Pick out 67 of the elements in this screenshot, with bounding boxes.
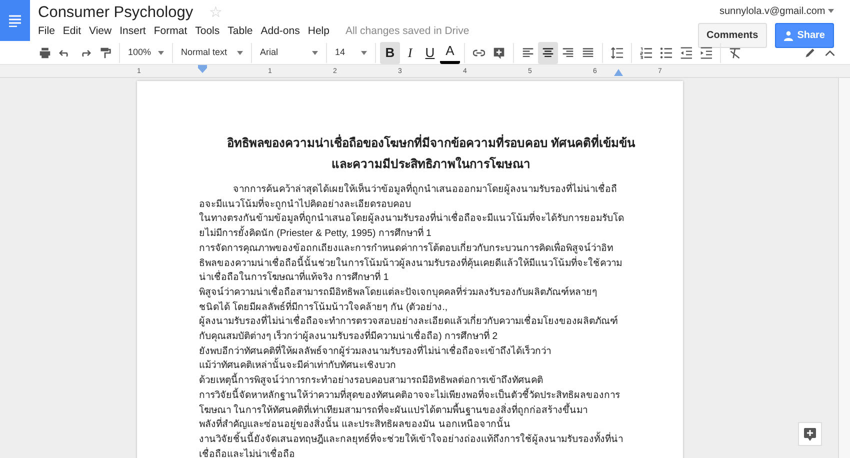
document-page[interactable] bbox=[137, 81, 683, 458]
body-text-line: จากการค้นคว้าล่าสุดได้เผยให้เห็นว่าข้อมูลที่ถูกนำเสนอออกมาโดยผู้ลงนามรับรองที่ไม่น่าเชื่อถื bbox=[232, 183, 618, 197]
menu-item[interactable]: Help bbox=[308, 24, 330, 40]
style-dropdown[interactable]: Normal text bbox=[177, 42, 247, 64]
add-comment-button[interactable] bbox=[798, 422, 822, 446]
indent-marker-icon[interactable] bbox=[614, 69, 623, 76]
body-text-line: ยไม่มีการยั้งคิดนัก (Priester & Petty, 1995) การศึกษาที่ 1 bbox=[199, 227, 663, 242]
body-text-line: งานวิจัยชิ้นนี้ยังจัดเสนอทฤษฎีและกลยุทธ์ที่จะช่วยให้เข้าใจอย่างถ่องแท้ถึงการใช้ผู้ลงนามรับรองทั้งที่น่า bbox=[199, 432, 624, 447]
document-heading: อิทธิพลของความน่าเชื่อถือของโฆษกที่มีจากข้อความที่รอบคอบ ทัศนคติที่เข้มข้น bbox=[226, 133, 636, 152]
person-icon bbox=[784, 30, 794, 40]
menu-item[interactable]: File bbox=[38, 24, 55, 40]
menu-item[interactable]: Insert bbox=[120, 24, 146, 40]
numbered-list-icon bbox=[640, 46, 652, 58]
add-comment-icon bbox=[493, 46, 505, 58]
indent-marker-icon[interactable] bbox=[198, 65, 207, 74]
menu-item[interactable]: Tools bbox=[195, 24, 220, 40]
body-text-line: อจะมีแนวโน้มที่จะถูกนำไปคิดอย่างละเอียดรอบคอบ bbox=[199, 198, 412, 211]
add-comment-icon bbox=[804, 428, 816, 440]
body-text-line: พลังที่สำคัญและซ่อนอยู่ของสิ่งนั้น และประสิทธิผลของมัน นอกเหนือจากนั้น bbox=[199, 418, 663, 433]
body-text-line: ธิพลของความน่าเชื่อถือนี้นั้นช่วยในการโน้มน้าวผู้ลงนามรับรองที่คุ้นเคยดีแล้วให้มีแนวโน้มที่จะใช้ความ bbox=[199, 256, 623, 270]
align-center-icon bbox=[542, 46, 554, 58]
save-status: All changes saved in Drive bbox=[345, 24, 470, 39]
body-text-line: ด้วยเหตุนี้การพิสูจน์ว่าการกระทำอย่างรอบคอบสามารถมีอิทธิพลต่อการเข้าถึงทัศนคติ bbox=[199, 374, 663, 389]
caret-icon bbox=[312, 50, 318, 54]
body-text-line: ในทางตรงกันข้ามข้อมูลที่ถูกนำเสนอโดยผู้ลงนามรับรองที่น่าเชื่อถือจะมีแนวโน้มที่จะได้รับการยอมรับโด bbox=[199, 212, 625, 226]
menu-item[interactable]: Edit bbox=[62, 24, 82, 40]
comments-button[interactable]: Comments bbox=[698, 23, 768, 48]
align-right-icon bbox=[562, 46, 574, 58]
paint-format-icon bbox=[99, 46, 111, 58]
body-text-line: น่าเชื่อถือในการโฆษณาที่แท้จริง การศึกษาที่ 1 bbox=[199, 271, 390, 285]
increase-indent-icon bbox=[700, 46, 712, 58]
body-text-line: ยังพบอีกว่าทัศนคติที่ให้ผลลัพธ์จากผู้ร่วมลงนามรับรองที่ไม่น่าเชื่อถือจะเข้าถึงได้เร็วกว่า bbox=[199, 344, 552, 358]
line-spacing-icon bbox=[611, 46, 623, 58]
menu-item[interactable]: Add-ons bbox=[260, 24, 300, 40]
body-text-line: เชื่อถือและไม่น่าเชื่อถือ bbox=[199, 448, 296, 458]
account-email[interactable]: sunnylola.v@gmail.com bbox=[719, 4, 834, 19]
justify-icon bbox=[582, 46, 594, 58]
body-text-line: พิสูจน์ว่าความน่าเชื่อถือสามารถมีอิทธิพลโดยแต่ละปัจเจกบุคคลที่ร่วมลงรับรองกับผลิตภัณฑ์หลายๆ bbox=[199, 286, 598, 300]
bulleted-list-icon bbox=[660, 46, 672, 58]
document-heading: และความมีประสิทธิภาพในการโฆษณา bbox=[330, 156, 532, 173]
italic-button[interactable]: I bbox=[400, 42, 420, 64]
body-text-line: การจัดการคุณภาพของข้อถกเถียงและการกำหนดค่าการโต้ตอบเกี่ยวกับกระบวนการคิดเพื่อพิสูจน์ว่าอิท bbox=[199, 242, 614, 256]
caret-icon bbox=[237, 50, 243, 54]
bold-button[interactable]: B bbox=[380, 42, 400, 64]
font-dropdown[interactable]: Arial bbox=[256, 42, 322, 64]
docs-logo-icon[interactable] bbox=[0, 0, 30, 41]
body-text-line: ผู้ลงนามรับรองที่ไม่น่าเชื่อถือจะทำการตรวจสอบอย่างละเอียดแล้วเกี่ยวกับความเชื่อมโยงของผลิตภัณฑ์ bbox=[199, 315, 619, 329]
clear-formatting-icon bbox=[729, 46, 741, 58]
underline-button[interactable]: U bbox=[420, 42, 440, 64]
print-icon bbox=[39, 46, 51, 58]
body-text-line: ชนิดได้ โดยมีผลลัพธ์ที่มีการโน้มน้าวใจคล้ายๆ กัน (ตัวอย่าง., bbox=[199, 300, 449, 314]
scrollbar[interactable] bbox=[838, 78, 850, 458]
body-text-line: กับคุณสมบัติต่างๆ เร็วกว่าผู้ลงนามรับรองที่มีความน่าเชื่อถือ) การศึกษาที่ 2 bbox=[199, 330, 499, 344]
document-title[interactable]: Consumer Psychology bbox=[38, 4, 194, 22]
body-text-line: โฆษณา ในการให้ทัศนคติที่เท่าเทียมสามารถที่จะผันแปรได้ตามพื้นฐานของสิ่งที่ถูกก่อสร้างขึ้นมา bbox=[199, 404, 589, 416]
menu-item[interactable]: Format bbox=[154, 24, 188, 40]
body-text-line: การวิจัยนี้จัดหาหลักฐานให้ว่าความที่สุดของทัศนคติอาจจะไม่เพียงพอที่จะเป็นตัวชี้วัดประสิทธิผลของการ bbox=[199, 388, 621, 402]
menu-item[interactable]: View bbox=[89, 24, 112, 40]
align-left-icon bbox=[522, 46, 534, 58]
caret-icon bbox=[361, 50, 367, 54]
font-size-dropdown[interactable]: 14 bbox=[331, 42, 371, 64]
zoom-dropdown[interactable]: 100% bbox=[124, 42, 168, 64]
align-center-button[interactable] bbox=[538, 42, 558, 64]
caret-icon bbox=[828, 9, 834, 14]
caret-icon bbox=[158, 50, 164, 54]
decrease-indent-icon bbox=[680, 46, 692, 58]
menu-item[interactable]: Table bbox=[228, 24, 253, 40]
